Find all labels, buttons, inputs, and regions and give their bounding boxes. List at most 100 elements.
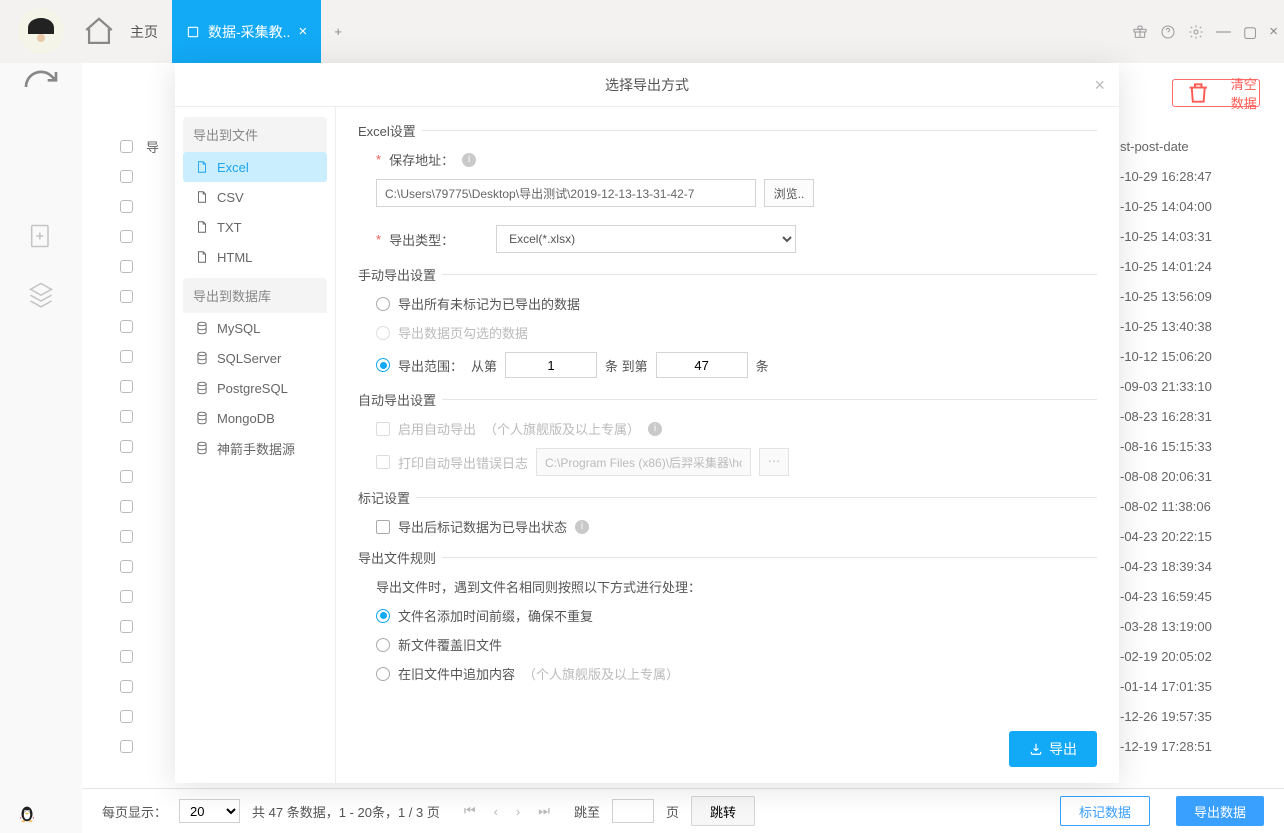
radio-append[interactable] xyxy=(376,667,390,681)
clear-data-button[interactable]: 清空数据 xyxy=(1172,79,1260,107)
file-icon xyxy=(195,220,209,234)
row-checkbox[interactable] xyxy=(120,560,133,573)
row-checkbox[interactable] xyxy=(120,500,133,513)
page-first[interactable]: ⏮ xyxy=(464,803,476,819)
tab-home[interactable]: 主页 xyxy=(116,0,172,63)
browse-button[interactable]: 浏览.. xyxy=(764,179,814,207)
row-timestamp: -08-08 20:06:31 xyxy=(1120,469,1260,484)
row-checkbox[interactable] xyxy=(120,650,133,663)
range-to-input[interactable] xyxy=(656,352,748,378)
checkbox-auto-errlog xyxy=(376,455,390,469)
pro-note-2: （个人旗舰版及以上专属） xyxy=(523,664,679,683)
select-all-checkbox[interactable] xyxy=(120,140,133,153)
sidebar-item-excel[interactable]: Excel xyxy=(183,152,327,182)
jump-input[interactable] xyxy=(612,799,654,823)
row-timestamp: -02-19 20:05:02 xyxy=(1120,649,1260,664)
radio-checked-rows xyxy=(376,326,390,340)
row-checkbox[interactable] xyxy=(120,230,133,243)
row-checkbox[interactable] xyxy=(120,470,133,483)
page-last[interactable]: ⏭ xyxy=(538,803,550,819)
tab-data-collect[interactable]: 数据-采集教.. × xyxy=(172,0,321,63)
new-tab-button[interactable]: + xyxy=(321,0,355,63)
radio-unmarked[interactable] xyxy=(376,297,390,311)
info-icon[interactable]: i xyxy=(575,520,589,534)
label-overwrite: 新文件覆盖旧文件 xyxy=(398,635,502,654)
row-timestamp: -10-25 14:03:31 xyxy=(1120,229,1260,244)
row-checkbox[interactable] xyxy=(120,380,133,393)
export-sidebar: 导出到文件 ExcelCSVTXTHTML 导出到数据库 MySQLSQLSer… xyxy=(175,107,335,783)
row-timestamp: -10-25 14:04:00 xyxy=(1120,199,1260,214)
sidebar-item-label: HTML xyxy=(217,250,252,265)
pagination: ⏮ ‹ › ⏭ xyxy=(464,803,550,819)
export-data-button[interactable]: 导出数据 xyxy=(1176,796,1264,826)
row-checkbox[interactable] xyxy=(120,350,133,363)
col-header-stub: 导 xyxy=(146,137,178,156)
row-checkbox[interactable] xyxy=(120,260,133,273)
page-next[interactable]: › xyxy=(516,804,520,819)
row-checkbox[interactable] xyxy=(120,290,133,303)
qq-icon[interactable] xyxy=(16,801,38,825)
row-timestamp: -03-28 13:19:00 xyxy=(1120,619,1260,634)
radio-overwrite[interactable] xyxy=(376,638,390,652)
close-icon[interactable]: × xyxy=(1094,75,1105,96)
row-checkbox[interactable] xyxy=(120,410,133,423)
modal-title: 选择导出方式 xyxy=(605,75,689,95)
row-timestamp: -08-23 16:28:31 xyxy=(1120,409,1260,424)
window-close[interactable]: × xyxy=(1269,23,1278,40)
sidebar-item-label: MySQL xyxy=(217,321,260,336)
label-export-unmarked: 导出所有未标记为已导出的数据 xyxy=(398,294,580,313)
avatar[interactable] xyxy=(18,8,64,54)
filerule-desc: 导出文件时，遇到文件名相同则按照以下方式进行处理： xyxy=(376,577,701,596)
row-checkbox[interactable] xyxy=(120,170,133,183)
gear-icon[interactable] xyxy=(1188,24,1204,40)
range-from-input[interactable] xyxy=(505,352,597,378)
sidebar-item-sqlserver[interactable]: SQLServer xyxy=(183,343,327,373)
radio-timestamp[interactable] xyxy=(376,609,390,623)
sidebar-item-label: CSV xyxy=(217,190,244,205)
row-checkbox[interactable] xyxy=(120,200,133,213)
sidebar-item-神箭手数据源[interactable]: 神箭手数据源 xyxy=(183,433,327,463)
row-checkbox[interactable] xyxy=(120,530,133,543)
row-checkbox[interactable] xyxy=(120,710,133,723)
sidebar-item-mongodb[interactable]: MongoDB xyxy=(183,403,327,433)
page-prev[interactable]: ‹ xyxy=(494,804,498,819)
checkbox-mark-after[interactable] xyxy=(376,520,390,534)
sidebar-item-csv[interactable]: CSV xyxy=(183,182,327,212)
mark-data-button[interactable]: 标记数据 xyxy=(1060,796,1150,826)
export-button[interactable]: 导出 xyxy=(1009,731,1097,767)
row-checkbox[interactable] xyxy=(120,620,133,633)
home-icon[interactable] xyxy=(82,0,116,63)
per-page-select[interactable]: 20 xyxy=(179,799,240,823)
save-path-input[interactable] xyxy=(376,179,756,207)
label-range-prefix: 导出范围： xyxy=(398,356,463,375)
pro-note-1: （个人旗舰版及以上专属） xyxy=(484,419,640,438)
jump-button[interactable]: 跳转 xyxy=(691,796,755,826)
row-checkbox[interactable] xyxy=(120,680,133,693)
sidebar-item-txt[interactable]: TXT xyxy=(183,212,327,242)
layers-icon[interactable] xyxy=(27,280,55,308)
info-icon[interactable]: i xyxy=(648,422,662,436)
gift-icon[interactable] xyxy=(1132,24,1148,40)
export-modal: 选择导出方式 × 导出到文件 ExcelCSVTXTHTML 导出到数据库 My… xyxy=(175,63,1119,783)
add-page-icon[interactable] xyxy=(27,222,55,250)
help-icon[interactable] xyxy=(1160,24,1176,40)
label-auto-enable: 启用自动导出 xyxy=(398,419,476,438)
sidebar-item-mysql[interactable]: MySQL xyxy=(183,313,327,343)
file-icon xyxy=(195,250,209,264)
sidebar-item-label: Excel xyxy=(217,160,249,175)
row-checkbox[interactable] xyxy=(120,740,133,753)
window-minimize[interactable]: — xyxy=(1216,23,1231,40)
window-maximize[interactable]: ▢ xyxy=(1243,23,1257,41)
legend-mark: 标记设置 xyxy=(358,488,1097,507)
database-icon xyxy=(195,381,209,395)
sidebar-item-postgresql[interactable]: PostgreSQL xyxy=(183,373,327,403)
row-checkbox[interactable] xyxy=(120,590,133,603)
export-type-select[interactable]: Excel(*.xlsx) xyxy=(496,225,796,253)
info-icon[interactable]: i xyxy=(462,153,476,167)
close-icon[interactable]: × xyxy=(298,23,307,40)
refresh-icon[interactable] xyxy=(0,67,82,107)
radio-range[interactable] xyxy=(376,358,390,372)
row-checkbox[interactable] xyxy=(120,320,133,333)
sidebar-item-html[interactable]: HTML xyxy=(183,242,327,272)
row-checkbox[interactable] xyxy=(120,440,133,453)
